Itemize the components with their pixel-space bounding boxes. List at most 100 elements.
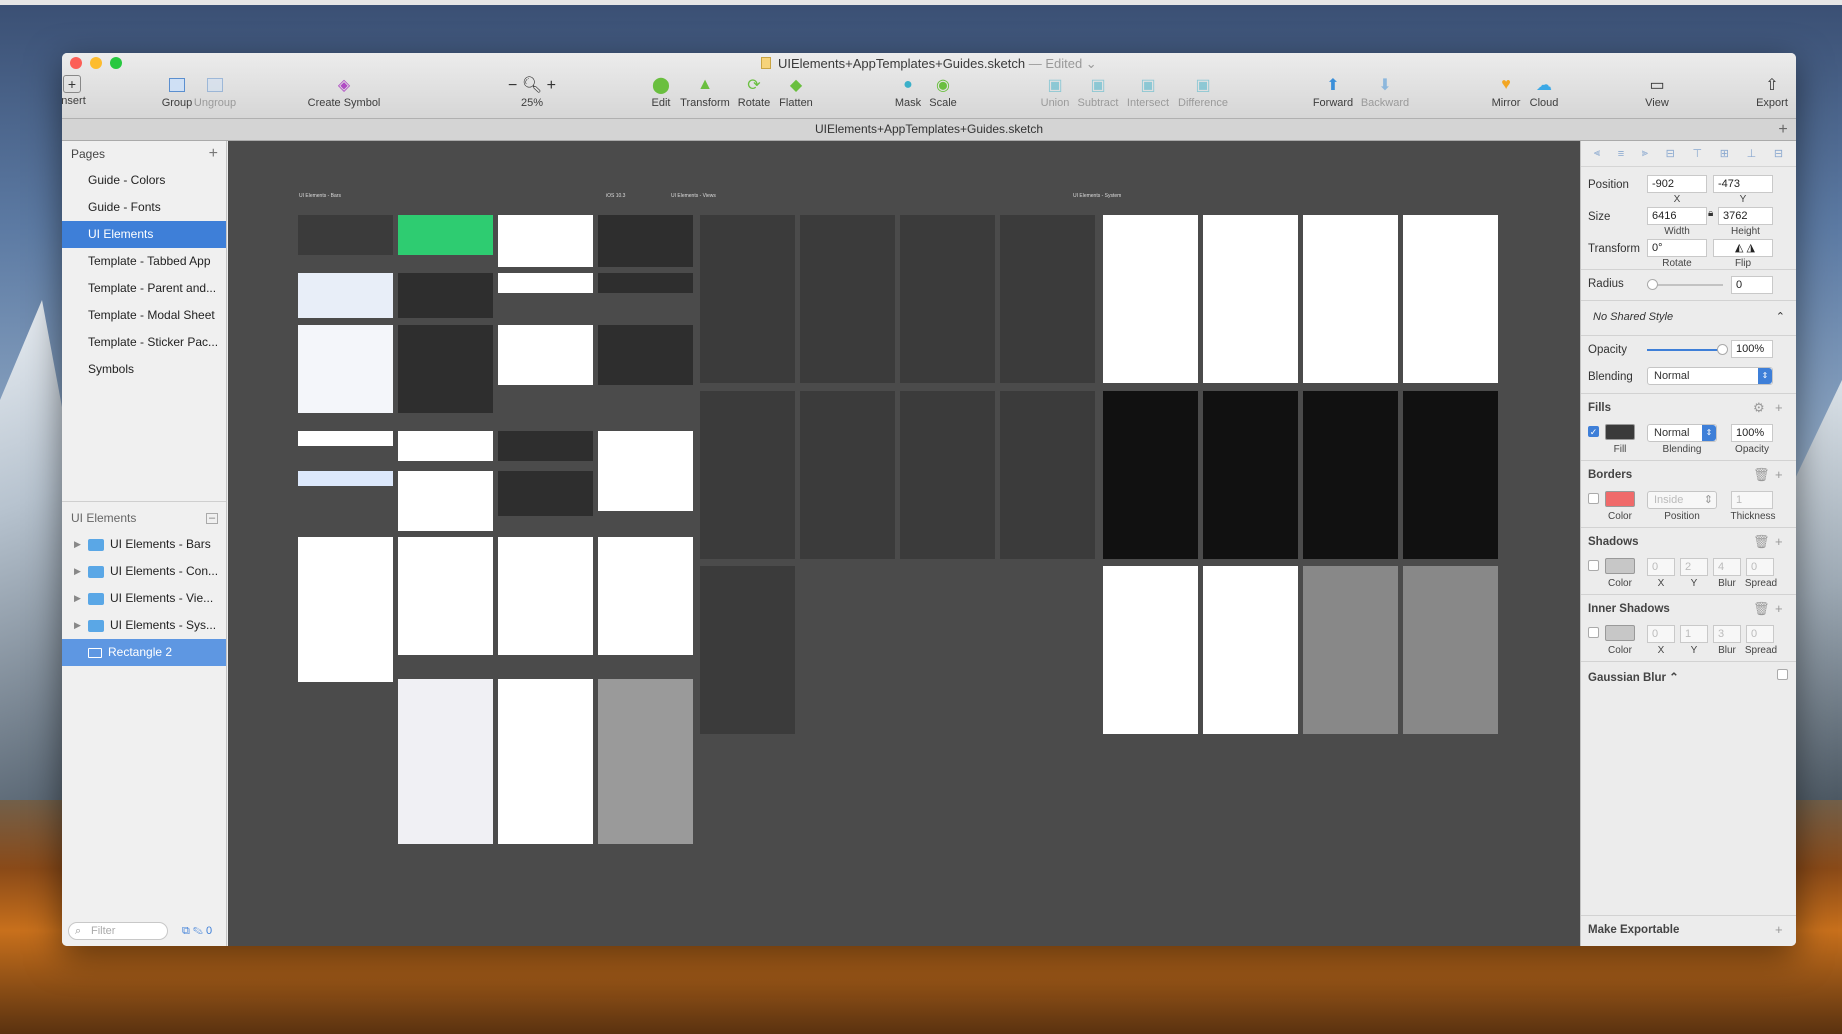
gaussian-blur-select[interactable]: Gaussian Blur ⌃ xyxy=(1588,672,1679,684)
radius-slider[interactable] xyxy=(1647,279,1723,290)
inner-shadow-y-field[interactable]: 1 xyxy=(1680,625,1708,643)
artboard-system-2[interactable] xyxy=(1203,215,1298,383)
artboard-controls-6[interactable] xyxy=(398,471,493,531)
artboard-views-9[interactable] xyxy=(700,566,795,734)
artboard-system-6[interactable] xyxy=(1203,391,1298,559)
radius-slider-knob[interactable] xyxy=(1647,279,1658,290)
border-color-swatch[interactable] xyxy=(1605,491,1635,507)
intersect-button[interactable]: ▣ Intersect xyxy=(1118,75,1178,109)
create-symbol-button[interactable]: ◈ Create Symbol xyxy=(308,75,381,109)
artboard-bars-11[interactable] xyxy=(498,325,593,385)
artboard-table-1[interactable] xyxy=(298,537,393,682)
difference-button[interactable]: ▣ Difference xyxy=(1173,75,1233,109)
artboard-system-11[interactable] xyxy=(1303,566,1398,734)
new-tab-button[interactable]: + xyxy=(1774,121,1792,139)
artboard-label-system[interactable]: UI Elements - System xyxy=(1073,193,1121,199)
artboard-list-2[interactable] xyxy=(498,679,593,844)
cloud-button[interactable]: ☁ Cloud xyxy=(1514,75,1574,109)
add-page-button[interactable]: + xyxy=(209,141,218,167)
artboard-views-7[interactable] xyxy=(900,391,995,559)
align-top-icon[interactable]: ⊤ xyxy=(1693,147,1703,160)
artboard-bars-2[interactable] xyxy=(398,215,493,255)
flip-vertical-icon[interactable]: ◮ xyxy=(1747,242,1755,254)
artboard-views-2[interactable] xyxy=(800,215,895,383)
shadow-blur-field[interactable]: 4 xyxy=(1713,558,1741,576)
inner-shadow-spread-field[interactable]: 0 xyxy=(1746,625,1774,643)
sidebar-divider[interactable] xyxy=(62,501,226,502)
border-checkbox[interactable] xyxy=(1588,493,1599,504)
add-shadow-button[interactable]: + xyxy=(1775,534,1783,549)
blending-select[interactable]: Normal ⇕ xyxy=(1647,367,1773,385)
artboard-views-6[interactable] xyxy=(800,391,895,559)
opacity-field[interactable]: 100% xyxy=(1731,340,1773,358)
layer-rectangle-2[interactable]: Rectangle 2 xyxy=(62,639,226,666)
artboard-table-4[interactable] xyxy=(598,537,693,655)
trash-icon[interactable]: 🗑︎ xyxy=(1753,601,1770,617)
collapse-layers-icon[interactable]: – xyxy=(206,513,218,524)
view-button[interactable]: ▭ View xyxy=(1627,75,1687,109)
artboard-controls-2[interactable] xyxy=(398,431,493,461)
page-template-sticker-pack[interactable]: Template - Sticker Pac... xyxy=(62,329,226,356)
align-bottom-icon[interactable]: ⊥ xyxy=(1747,147,1757,160)
trash-icon[interactable]: 🗑︎ xyxy=(1753,467,1770,483)
gear-icon[interactable]: ⚙ xyxy=(1753,400,1765,416)
height-field[interactable]: 3762 xyxy=(1718,207,1773,225)
filter-input[interactable]: ⌕ Filter xyxy=(68,922,168,940)
inner-shadow-checkbox[interactable] xyxy=(1588,627,1599,638)
page-guide-colors[interactable]: Guide - Colors xyxy=(62,167,226,194)
layer-group-system[interactable]: ▶ UI Elements - Sys... xyxy=(62,612,226,639)
trash-icon[interactable]: 🗑︎ xyxy=(1753,534,1770,550)
artboard-controls-1[interactable] xyxy=(298,431,393,446)
shadow-x-field[interactable]: 0 xyxy=(1647,558,1675,576)
page-template-tabbed-app[interactable]: Template - Tabbed App xyxy=(62,248,226,275)
disclosure-triangle-icon[interactable]: ▶ xyxy=(74,558,82,585)
gaussian-blur-checkbox[interactable] xyxy=(1777,669,1788,680)
export-button[interactable]: ⇧ Export xyxy=(1742,75,1796,109)
artboard-controls-3[interactable] xyxy=(498,431,593,461)
artboard-controls-4[interactable] xyxy=(598,431,693,511)
align-middle-icon[interactable]: ⊞ xyxy=(1720,147,1729,160)
artboard-list-1[interactable] xyxy=(398,679,493,844)
artboard-views-1[interactable] xyxy=(700,215,795,383)
artboard-system-3[interactable] xyxy=(1303,215,1398,383)
canvas[interactable]: UI Elements - Bars UI Elements - Views i… xyxy=(228,141,1580,946)
shadow-y-field[interactable]: 2 xyxy=(1680,558,1708,576)
opacity-slider[interactable] xyxy=(1647,344,1728,355)
scale-button[interactable]: ◉ Scale xyxy=(913,75,973,109)
artboard-system-12[interactable] xyxy=(1403,566,1498,734)
align-center-icon[interactable]: ≡ xyxy=(1618,148,1624,160)
add-border-button[interactable]: + xyxy=(1775,467,1783,482)
flatten-button[interactable]: ◆ Flatten xyxy=(766,75,826,109)
artboard-bars-1[interactable] xyxy=(298,215,393,255)
slices-filter-icon[interactable]: ✎ xyxy=(193,925,203,937)
distribute-vertical-icon[interactable]: ⊟ xyxy=(1774,147,1783,160)
artboard-system-4[interactable] xyxy=(1403,215,1498,383)
backward-button[interactable]: ⬇ Backward xyxy=(1355,75,1415,109)
shadow-spread-field[interactable]: 0 xyxy=(1746,558,1774,576)
artboard-system-10[interactable] xyxy=(1203,566,1298,734)
inner-shadow-blur-field[interactable]: 3 xyxy=(1713,625,1741,643)
artboard-label-views[interactable]: UI Elements - Views xyxy=(671,193,716,199)
border-position-select[interactable]: Inside ⇕ xyxy=(1647,491,1717,509)
fill-blending-select[interactable]: Normal ⇕ xyxy=(1647,424,1717,442)
symbols-filter-icon[interactable]: ⧉ xyxy=(182,925,190,937)
layer-group-bars[interactable]: ▶ UI Elements - Bars xyxy=(62,531,226,558)
artboard-views-5[interactable] xyxy=(700,391,795,559)
artboard-bars-10[interactable] xyxy=(398,325,493,413)
inner-shadow-color-swatch[interactable] xyxy=(1605,625,1635,641)
shared-style-select[interactable]: No Shared Style ⌃ xyxy=(1587,309,1787,327)
artboard-label-bars[interactable]: UI Elements - Bars xyxy=(299,193,341,199)
x-field[interactable]: -902 xyxy=(1647,175,1707,193)
page-guide-fonts[interactable]: Guide - Fonts xyxy=(62,194,226,221)
artboard-system-1[interactable] xyxy=(1103,215,1198,383)
artboard-table-3[interactable] xyxy=(498,537,593,655)
artboard-system-9[interactable] xyxy=(1103,566,1198,734)
add-inner-shadow-button[interactable]: + xyxy=(1775,601,1783,616)
add-fill-button[interactable]: + xyxy=(1775,400,1783,415)
insert-button[interactable]: +Insert xyxy=(62,75,102,107)
artboard-bars-12[interactable] xyxy=(598,325,693,385)
forward-button[interactable]: ⬆ Forward xyxy=(1303,75,1363,109)
edited-status[interactable]: — Edited ⌄ xyxy=(1029,56,1097,71)
disclosure-triangle-icon[interactable]: ▶ xyxy=(74,531,82,558)
rotate-field[interactable]: 0° xyxy=(1647,239,1707,257)
